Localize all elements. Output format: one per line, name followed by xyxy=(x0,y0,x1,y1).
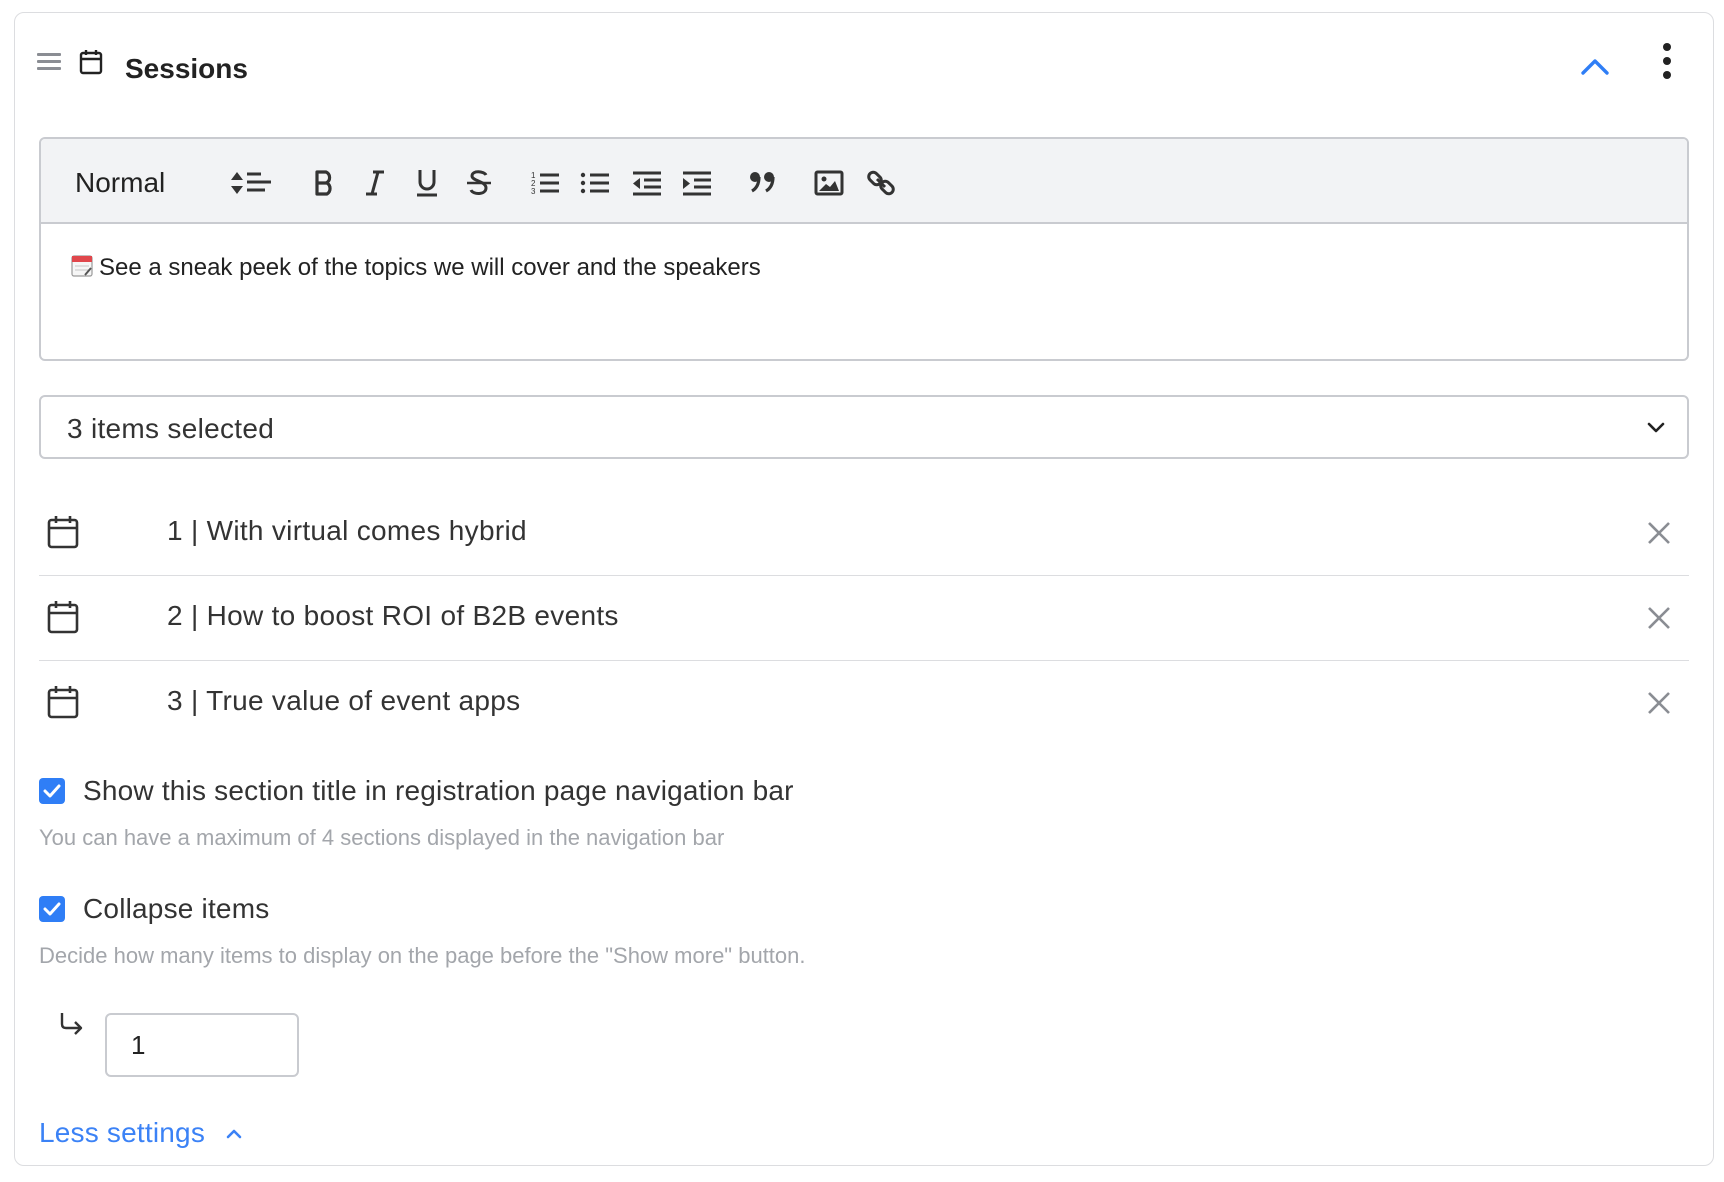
indent-button[interactable] xyxy=(677,163,717,203)
indent-icon xyxy=(683,171,711,196)
show-in-nav-hint: You can have a maximum of 4 sections dis… xyxy=(39,825,725,850)
show-in-nav-checkbox-row[interactable]: Show this section title in registration … xyxy=(39,775,794,807)
editor-toolbar: Normal 1 2 3 xyxy=(41,139,1687,224)
ordered-list-button[interactable]: 1 2 3 xyxy=(525,163,565,203)
calendar-icon xyxy=(47,686,79,719)
editor-content[interactable]: See a sneak peek of the topics we will c… xyxy=(71,253,761,284)
italic-button[interactable] xyxy=(355,163,395,203)
items-count-input[interactable] xyxy=(105,1013,299,1077)
strikethrough-button[interactable] xyxy=(459,163,499,203)
bullet-list-button[interactable] xyxy=(575,163,615,203)
section-header: Sessions xyxy=(15,13,1713,113)
insert-image-button[interactable] xyxy=(809,163,849,203)
list-item-label: 2 | How to boost ROI of B2B events xyxy=(167,600,619,631)
remove-item-icon[interactable] xyxy=(1645,689,1673,717)
calendar-icon xyxy=(79,50,103,75)
outdent-button[interactable] xyxy=(627,163,667,203)
selected-sessions-list: 1 | With virtual comes hybrid 2 | How to… xyxy=(39,491,1689,746)
rich-text-editor: Normal 1 2 3 See a sneak peek of the top… xyxy=(39,137,1689,361)
checkmark-icon xyxy=(43,902,61,916)
list-item: 2 | How to boost ROI of B2B events xyxy=(39,576,1689,661)
calendar-emoji-icon xyxy=(71,253,93,284)
less-settings-link[interactable]: Less settings xyxy=(39,1117,245,1149)
checkmark-icon xyxy=(43,784,61,798)
align-left-icon xyxy=(247,172,271,192)
editor-content-text: See a sneak peek of the topics we will c… xyxy=(99,254,761,281)
collapse-section-button[interactable] xyxy=(1575,47,1615,87)
link-icon xyxy=(867,170,895,196)
return-arrow-icon xyxy=(60,1013,83,1035)
outdent-icon xyxy=(633,171,661,196)
chevron-up-icon xyxy=(226,1129,242,1139)
italic-icon xyxy=(366,170,384,196)
calendar-icon xyxy=(47,516,79,549)
ordered-list-icon: 1 2 3 xyxy=(531,171,559,196)
quote-icon xyxy=(750,172,775,193)
list-item: 1 | With virtual comes hybrid xyxy=(39,491,1689,576)
remove-item-icon[interactable] xyxy=(1645,519,1673,547)
list-item-label: 3 | True value of event apps xyxy=(167,685,521,716)
list-item: 3 | True value of event apps xyxy=(39,661,1689,746)
collapse-items-hint: Decide how many items to display on the … xyxy=(39,943,806,968)
text-format-label: Normal xyxy=(75,167,166,198)
section-title: Sessions xyxy=(125,53,248,84)
more-options-button[interactable] xyxy=(1655,43,1679,87)
strikethrough-icon xyxy=(467,170,491,195)
collapse-items-checkbox-row[interactable]: Collapse items xyxy=(39,893,269,925)
drag-handle-icon[interactable] xyxy=(37,53,61,75)
remove-item-icon[interactable] xyxy=(1645,604,1673,632)
bold-button[interactable] xyxy=(305,163,345,203)
underline-icon xyxy=(417,170,437,197)
chevron-down-icon xyxy=(1647,422,1665,433)
show-in-nav-label: Show this section title in registration … xyxy=(83,775,794,806)
calendar-icon xyxy=(47,601,79,634)
insert-link-button[interactable] xyxy=(861,163,901,203)
blockquote-button[interactable] xyxy=(743,163,783,203)
collapse-items-checkbox[interactable] xyxy=(39,896,65,922)
collapse-items-label: Collapse items xyxy=(83,893,270,924)
image-icon xyxy=(814,170,844,196)
align-button[interactable] xyxy=(239,163,279,203)
svg-text:3: 3 xyxy=(531,187,536,196)
select-value: 3 items selected xyxy=(67,413,275,444)
bold-icon xyxy=(315,170,332,196)
list-item-label: 1 | With virtual comes hybrid xyxy=(167,515,527,546)
bullet-list-icon xyxy=(580,172,609,194)
sessions-multiselect[interactable]: 3 items selected xyxy=(39,395,1689,459)
chevron-up-icon xyxy=(1581,59,1609,75)
underline-button[interactable] xyxy=(407,163,447,203)
sessions-section-card: Sessions Normal 1 2 3 See a sneak peek o… xyxy=(14,12,1714,1166)
show-in-nav-checkbox[interactable] xyxy=(39,778,65,804)
less-settings-label: Less settings xyxy=(39,1117,206,1148)
